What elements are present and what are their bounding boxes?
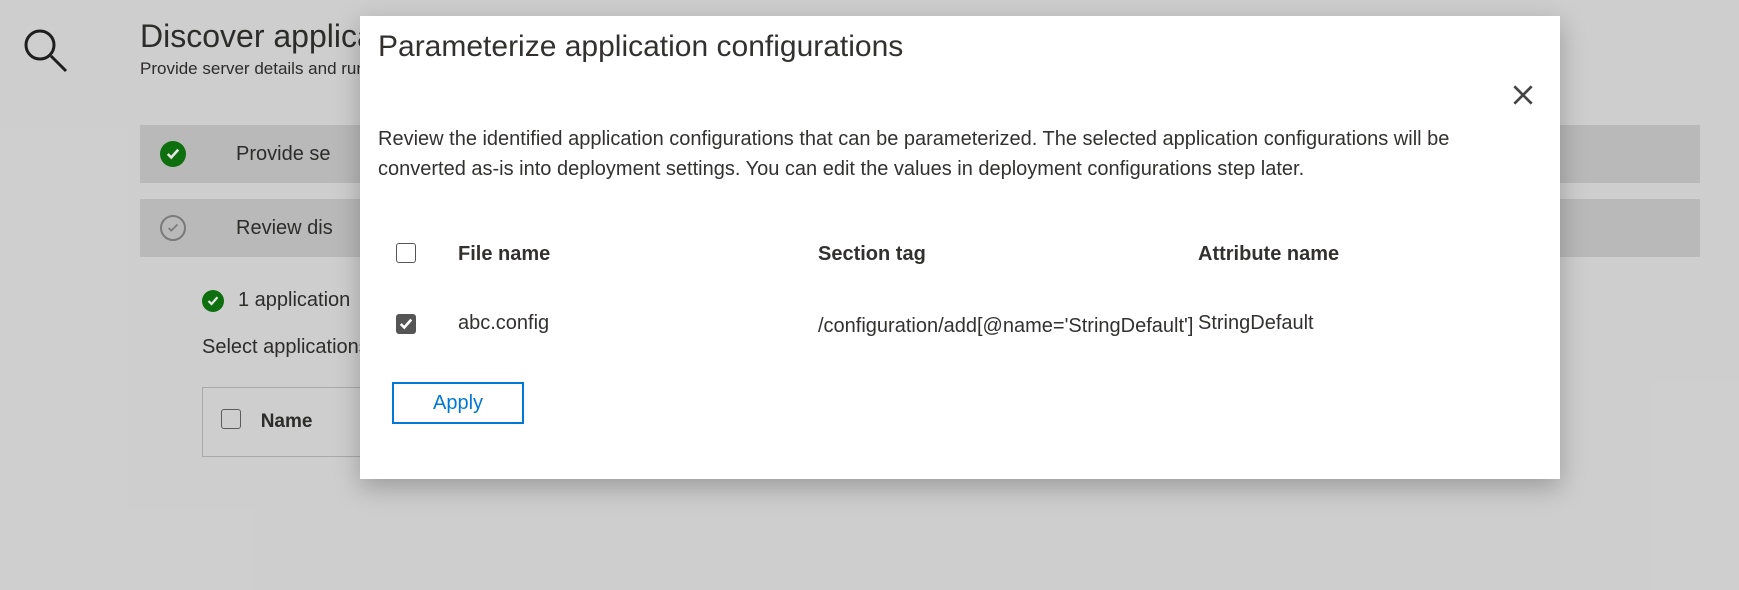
table-row: abc.config /configuration/add[@name='Str… <box>396 312 1542 340</box>
cell-attribute-name: StringDefault <box>1198 312 1458 335</box>
close-icon <box>1510 82 1536 113</box>
table-header: File name Section tag Attribute name <box>396 240 1542 268</box>
modal-description: Review the identified application config… <box>378 124 1468 184</box>
select-all-checkbox[interactable] <box>221 409 241 429</box>
check-icon <box>202 290 224 312</box>
application-count-label: 1 application <box>238 289 350 312</box>
modal-title: Parameterize application configurations <box>378 30 1542 64</box>
apply-button[interactable]: Apply <box>392 382 524 424</box>
search-icon-column <box>20 25 70 80</box>
check-circle-icon <box>160 215 186 241</box>
step-label: Review dis <box>236 217 333 240</box>
step-label: Provide se <box>236 143 331 166</box>
col-section-tag: Section tag <box>818 240 1198 268</box>
cell-section-tag: /configuration/add[@name='StringDefault'… <box>818 312 1198 340</box>
check-icon <box>160 141 186 167</box>
parameterize-configurations-modal: Parameterize application configurations … <box>360 16 1560 479</box>
col-attribute-name: Attribute name <box>1198 243 1458 266</box>
search-icon <box>20 62 70 79</box>
cell-file-name: abc.config <box>458 312 818 335</box>
close-button[interactable] <box>1506 80 1540 114</box>
row-checkbox[interactable] <box>396 314 416 334</box>
col-file-name: File name <box>458 243 818 266</box>
configurations-table: File name Section tag Attribute name abc… <box>378 240 1542 340</box>
select-all-checkbox[interactable] <box>396 243 416 263</box>
